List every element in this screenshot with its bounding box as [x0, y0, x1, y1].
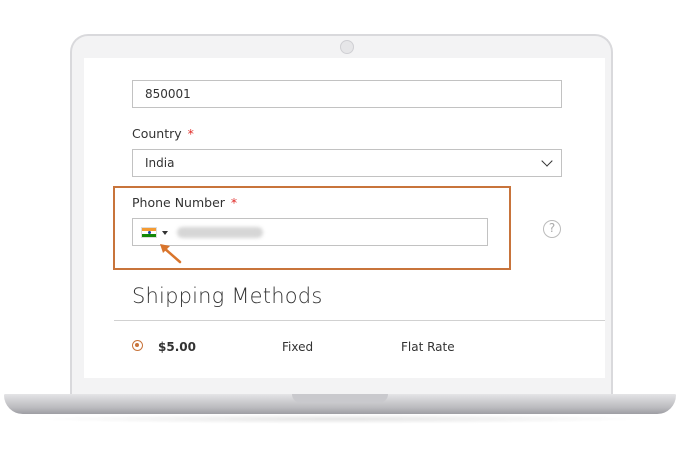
shipping-price: $5.00	[158, 340, 196, 354]
laptop-shadow	[30, 414, 650, 424]
phone-label-text: Phone Number	[132, 195, 225, 210]
country-selected-value: India	[145, 156, 175, 170]
laptop-notch	[292, 394, 388, 403]
blurred-phone-number	[177, 227, 263, 238]
shipping-methods-title: Shipping Methods	[132, 284, 323, 308]
caret-down-icon[interactable]	[162, 231, 168, 235]
laptop-screen: 850001 Country * India Phone Number * ? Sh…	[84, 58, 605, 378]
divider	[114, 320, 605, 321]
zip-value: 850001	[145, 87, 191, 101]
required-mark: *	[187, 126, 194, 141]
chevron-down-icon	[541, 155, 553, 167]
shipping-radio[interactable]	[132, 340, 143, 351]
shipping-method: Fixed	[282, 340, 314, 354]
india-flag-icon[interactable]	[141, 227, 157, 238]
help-icon[interactable]: ?	[543, 220, 561, 238]
shipping-carrier: Flat Rate	[401, 340, 455, 354]
zip-input[interactable]: 850001	[132, 80, 562, 108]
country-label-text: Country	[132, 126, 182, 141]
phone-label: Phone Number *	[132, 195, 237, 210]
camera-icon	[340, 40, 354, 54]
pointer-arrow-icon	[160, 244, 182, 264]
required-mark: *	[230, 195, 238, 210]
country-label: Country *	[132, 126, 194, 141]
country-select[interactable]: India	[132, 149, 562, 177]
